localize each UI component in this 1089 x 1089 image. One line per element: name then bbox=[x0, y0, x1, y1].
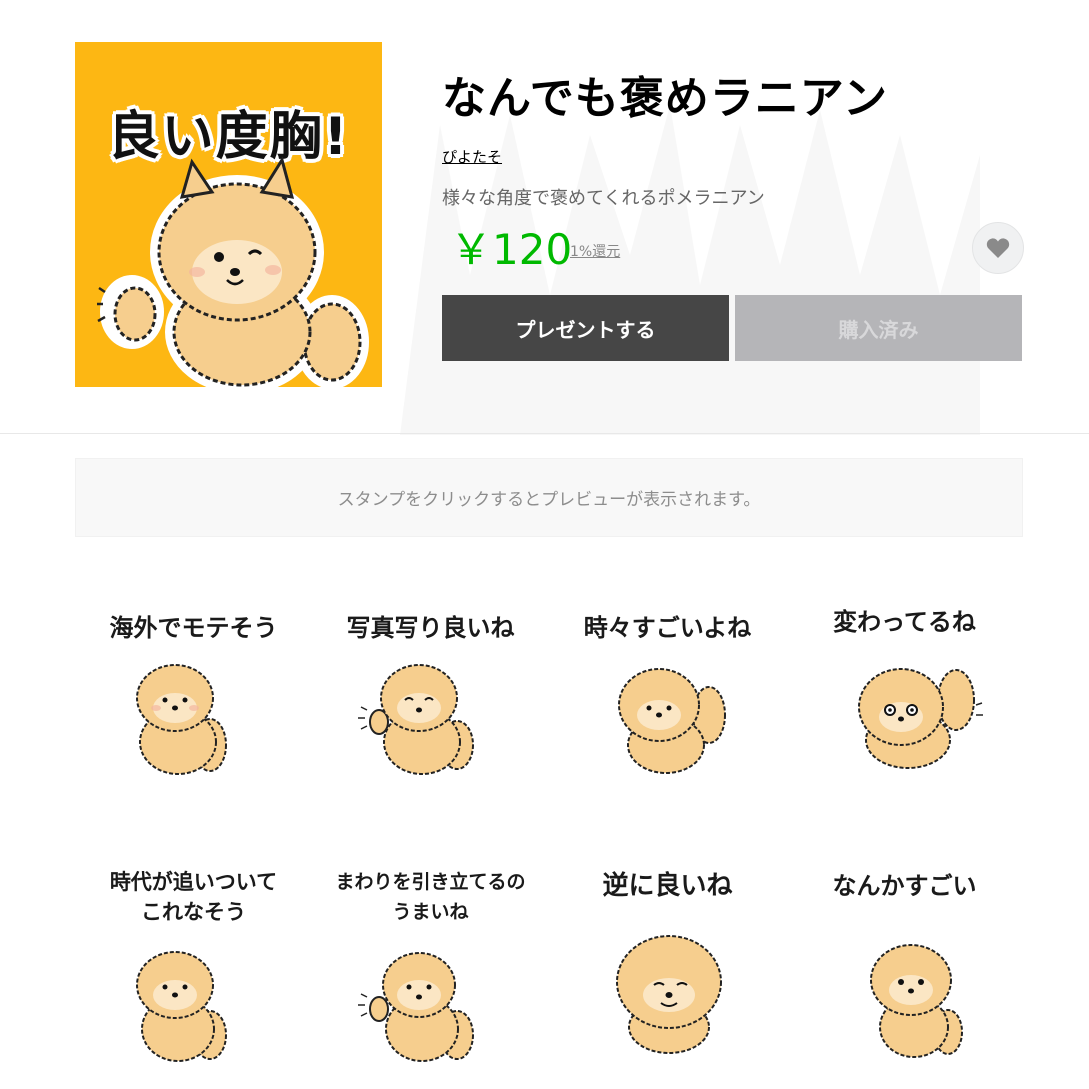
purchased-button: 購入済み bbox=[735, 295, 1022, 361]
sticker-item[interactable]: まわりを引き立てるの うまいね bbox=[312, 847, 549, 1089]
pomeranian-sticker-image bbox=[358, 664, 474, 775]
heart-icon bbox=[986, 238, 1010, 258]
sticker-caption: 写真写り良いね bbox=[346, 614, 515, 642]
sticker-caption: まわりを引き立てるの うまいね bbox=[335, 871, 526, 923]
sticker-caption: 時代が追いついて これなそう bbox=[109, 870, 278, 924]
sticker-item[interactable]: 写真写り良いね bbox=[312, 585, 549, 830]
sticker-caption: 海外でモテそう bbox=[109, 614, 278, 642]
pomeranian-sticker-image bbox=[616, 935, 722, 1054]
sticker-description: 様々な角度で褒めてくれるポメラニアン bbox=[442, 188, 765, 209]
pomeranian-sticker-image bbox=[136, 664, 227, 775]
pomeranian-sticker-image bbox=[136, 951, 227, 1062]
pomeranian-sticker-image bbox=[870, 944, 963, 1058]
pomeranian-sticker-image bbox=[858, 668, 983, 769]
sticker-caption: 変わってるね bbox=[833, 608, 976, 636]
sticker-shop-page: 良い度胸! なんでも褒めラニアン ぴよたそ 様々な角度で褒めてくれるポメラニアン… bbox=[0, 0, 1089, 1089]
sticker-caption: 逆に良いね bbox=[602, 871, 733, 901]
sticker-item[interactable]: 時代が追いついて これなそう bbox=[75, 847, 312, 1089]
author-link[interactable]: ぴよたそ bbox=[442, 146, 502, 167]
pomeranian-illustration bbox=[97, 156, 369, 387]
price: ￥120 bbox=[450, 225, 573, 274]
section-divider bbox=[0, 433, 1089, 434]
pomeranian-sticker-image bbox=[618, 668, 726, 774]
cashback-link[interactable]: 1%還元 bbox=[570, 241, 620, 261]
sticker-item[interactable]: 時々すごいよね bbox=[549, 585, 786, 830]
present-button[interactable]: プレゼントする bbox=[442, 295, 729, 361]
sticker-item[interactable]: 逆に良いね bbox=[549, 847, 786, 1089]
favorite-button[interactable] bbox=[972, 222, 1024, 274]
sticker-cover-image: 良い度胸! bbox=[75, 42, 382, 387]
sticker-item[interactable]: 海外でモテそう bbox=[75, 585, 312, 830]
pomeranian-sticker-image bbox=[358, 952, 474, 1062]
sticker-item[interactable]: なんかすごい bbox=[786, 847, 1023, 1089]
sticker-grid: 海外でモテそう 写真写り良いね 時々すごいよね 変わってるね 時代が追いついて … bbox=[75, 585, 1023, 1085]
sticker-title: なんでも褒めラニアン bbox=[442, 73, 889, 124]
preview-notice: スタンプをクリックするとプレビューが表示されます。 bbox=[75, 458, 1023, 537]
sticker-item[interactable]: 変わってるね bbox=[786, 585, 1023, 830]
sticker-caption: 時々すごいよね bbox=[583, 614, 752, 642]
sticker-caption: なんかすごい bbox=[832, 872, 977, 900]
